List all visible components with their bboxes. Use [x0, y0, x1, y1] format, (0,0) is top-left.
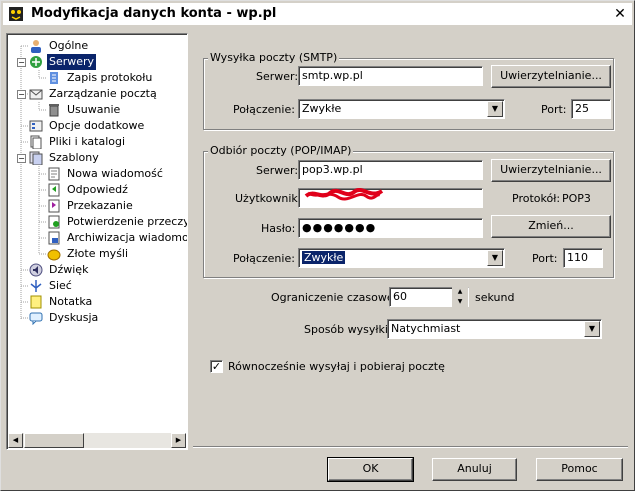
person-icon [31, 40, 41, 53]
send-mode-label: Sposób wysyłki: [304, 323, 392, 336]
pop-connection-label: Połączenie: [233, 252, 295, 265]
smtp-connection-value: Zwykłe [302, 102, 342, 115]
discussion-icon [29, 312, 43, 325]
mail-manage-icon [29, 89, 43, 100]
files-icon [30, 135, 42, 149]
help-button[interactable]: Pomoc [536, 458, 623, 481]
tree-collapse-serwery[interactable]: − [17, 58, 26, 67]
redaction-scribble [304, 188, 384, 201]
simultaneous-label[interactable]: Równocześnie wysyłaj i pobieraj pocztę [228, 360, 445, 374]
chevron-down-icon[interactable]: ▼ [487, 250, 503, 266]
network-icon [30, 280, 42, 292]
timeout-unit: sekund [475, 291, 515, 304]
pop-port-input[interactable]: 110 [563, 248, 603, 268]
options-icon [29, 120, 43, 132]
close-icon[interactable]: ✕ [613, 7, 627, 21]
send-mode-value: Natychmiast [391, 322, 461, 335]
note-icon [30, 295, 42, 309]
footer-separator [193, 446, 628, 448]
log-icon [50, 72, 58, 84]
change-password-button[interactable]: Zmień... [491, 215, 611, 238]
pop-password-label: Hasło: [261, 222, 296, 235]
protocol-label: Protokół: [512, 192, 561, 205]
archive-icon [48, 231, 60, 245]
timeout-label: Ograniczenie czasowe: [271, 291, 398, 304]
smtp-group-title: Wysyłka poczty (SMTP) [208, 51, 340, 64]
spin-down-icon[interactable]: ▼ [452, 297, 468, 307]
trash-icon [49, 104, 59, 117]
smtp-connection-label: Połączenie: [233, 103, 295, 116]
pop-user-label: Użytkownik: [235, 192, 302, 205]
reply-icon [48, 183, 60, 197]
pop-port-label: Port: [532, 252, 558, 265]
timeout-spinner[interactable]: ▲ ▼ [452, 287, 468, 307]
chevron-down-icon[interactable]: ▼ [487, 101, 503, 117]
scroll-right-icon[interactable]: ▶ [171, 433, 186, 448]
pop-connection-value: Zwykłe [302, 251, 346, 264]
pop-password-input[interactable]: ●●●●●●● [298, 218, 483, 238]
confirm-icon [48, 215, 60, 229]
tree-horizontal-scrollbar[interactable]: ◀ ▶ [8, 433, 186, 448]
scroll-thumb[interactable] [24, 433, 84, 448]
app-icon [9, 7, 23, 21]
smtp-connection-select[interactable]: Zwykłe ▼ [298, 99, 505, 119]
ok-button[interactable]: OK [327, 457, 414, 482]
scroll-left-icon[interactable]: ◀ [8, 433, 23, 448]
pop-auth-button[interactable]: Uwierzytelnianie... [491, 159, 611, 182]
tree-collapse-zarzadzanie[interactable]: − [17, 90, 26, 99]
golden-thoughts-icon [47, 249, 61, 261]
pop-group-title: Odbiór poczty (POP/IMAP) [208, 144, 354, 157]
smtp-port-label: Port: [541, 103, 567, 116]
title-bar[interactable]: Modyfikacja danych konta - wp.pl ✕ [3, 3, 632, 25]
timeout-value: 60 [393, 290, 407, 303]
window-title: Modyfikacja danych konta - wp.pl [31, 6, 277, 21]
new-message-icon [48, 167, 60, 181]
sound-icon [29, 263, 43, 277]
smtp-port-input[interactable]: 25 [571, 99, 611, 119]
simultaneous-checkbox[interactable]: ✓ [210, 360, 223, 373]
templates-icon [29, 151, 43, 165]
smtp-server-input[interactable]: smtp.wp.pl [298, 66, 483, 86]
settings-tree[interactable]: − − − Ogólne Serwery Zapis protokołu Zar… [6, 33, 188, 450]
send-mode-select[interactable]: Natychmiast ▼ [387, 319, 602, 339]
forward-icon [48, 199, 60, 213]
dialog-window: Modyfikacja danych konta - wp.pl ✕ − − −… [0, 0, 635, 491]
tree-collapse-szablony[interactable]: − [17, 154, 26, 163]
servers-icon [30, 56, 42, 68]
pop-server-input[interactable]: pop3.wp.pl [298, 160, 483, 180]
smtp-auth-button[interactable]: Uwierzytelnianie... [491, 65, 611, 88]
protocol-value: POP3 [562, 192, 591, 205]
pop-connection-select[interactable]: Zwykłe ▼ [298, 248, 505, 268]
smtp-server-label: Serwer: [256, 70, 299, 83]
spin-up-icon[interactable]: ▲ [452, 287, 468, 297]
cancel-button[interactable]: Anuluj [432, 458, 517, 481]
pop-server-label: Serwer: [256, 164, 299, 177]
chevron-down-icon[interactable]: ▼ [584, 321, 600, 337]
